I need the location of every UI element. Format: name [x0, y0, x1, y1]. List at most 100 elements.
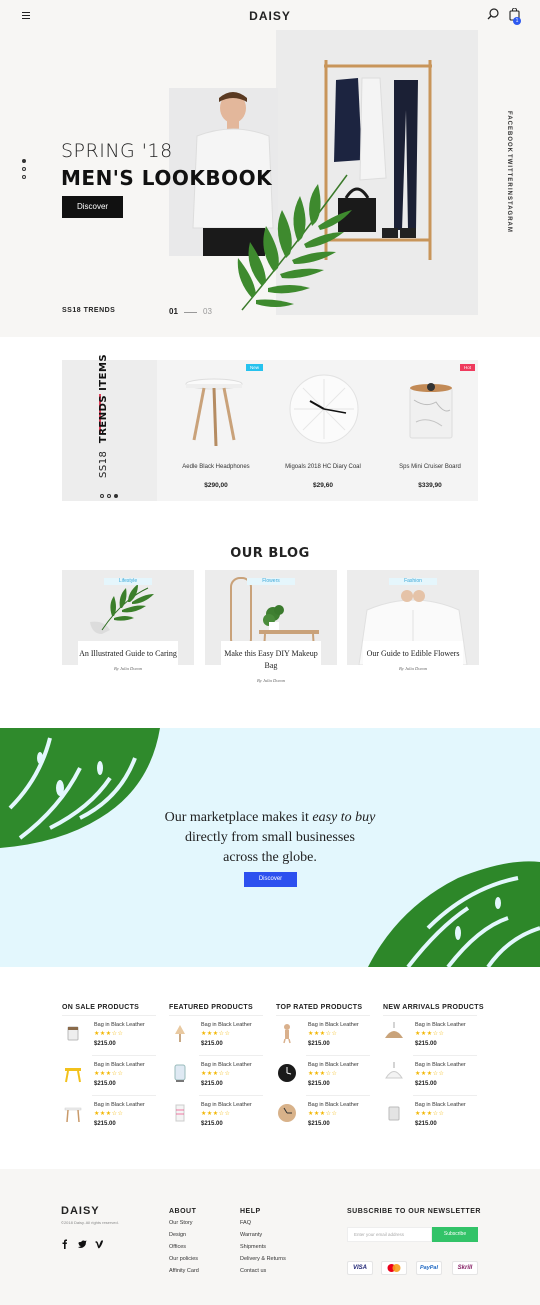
- product-list-item[interactable]: Bag in Black Leather ★★★☆☆ $215.00: [383, 1062, 477, 1102]
- product-thumbnail[interactable]: [276, 1022, 298, 1044]
- blog-tag-2[interactable]: Flowers: [247, 578, 295, 585]
- newsletter-email-input[interactable]: Enter your email address: [347, 1227, 432, 1242]
- product-price: $215.00: [415, 1081, 437, 1087]
- product-thumbnail[interactable]: [383, 1062, 405, 1084]
- trends-vertical-title: SS18 TRENDS ITEMS: [93, 354, 111, 478]
- product-list-item[interactable]: Bag in Black Leather ★★★☆☆ $215.00: [62, 1022, 156, 1062]
- product-thumbnail[interactable]: [62, 1062, 84, 1084]
- footer-link-delivery-returns[interactable]: Delivery & Returns: [240, 1256, 286, 1262]
- trend-product-image-2[interactable]: [288, 373, 360, 445]
- site-logo[interactable]: DAISY: [0, 9, 540, 23]
- slide-progress-line: [184, 312, 197, 313]
- footer-link-shipments[interactable]: Shipments: [240, 1244, 266, 1250]
- product-thumbnail[interactable]: [169, 1102, 191, 1124]
- product-name[interactable]: Bag in Black Leather: [308, 1062, 359, 1068]
- social-twitter-link[interactable]: TWITTER: [506, 154, 512, 188]
- product-name[interactable]: Bag in Black Leather: [201, 1022, 252, 1028]
- blog-card-2[interactable]: Make this Easy DIY Makeup Bag By Julia D…: [221, 641, 321, 694]
- product-list-item[interactable]: Bag in Black Leather ★★★☆☆ $215.00: [383, 1022, 477, 1062]
- product-list-item[interactable]: Bag in Black Leather ★★★☆☆ $215.00: [169, 1102, 263, 1142]
- footer-link-our-story[interactable]: Our Story: [169, 1220, 193, 1226]
- product-name[interactable]: Bag in Black Leather: [308, 1022, 359, 1028]
- trend-product-price-2: $29,60: [313, 482, 333, 489]
- blog-post-author-1: By Julia Doean: [114, 666, 142, 671]
- blog-post-title-1[interactable]: An Illustrated Guide to Caring: [78, 648, 178, 660]
- trends-slider-dots[interactable]: [100, 485, 121, 503]
- product-thumbnail[interactable]: [169, 1062, 191, 1084]
- product-thumbnail[interactable]: [276, 1062, 298, 1084]
- product-thumbnail[interactable]: [383, 1022, 405, 1044]
- hero-discover-button[interactable]: Discover: [62, 196, 123, 218]
- product-column-divider: [276, 1015, 370, 1016]
- product-column-divider: [62, 1015, 156, 1016]
- product-name[interactable]: Bag in Black Leather: [415, 1022, 466, 1028]
- product-name[interactable]: Bag in Black Leather: [94, 1062, 145, 1068]
- product-thumbnail[interactable]: [62, 1022, 84, 1044]
- trend-product-name-2[interactable]: Migoals 2018 HC Diary Coal: [283, 463, 363, 472]
- product-rating-stars: ★★★☆☆: [308, 1111, 338, 1117]
- product-list-item[interactable]: Bag in Black Leather ★★★☆☆ $215.00: [276, 1022, 370, 1062]
- vimeo-icon[interactable]: [95, 1240, 103, 1249]
- product-name[interactable]: Bag in Black Leather: [94, 1022, 145, 1028]
- twitter-icon[interactable]: [78, 1240, 87, 1249]
- footer-logo[interactable]: DAISY: [61, 1205, 100, 1217]
- product-name[interactable]: Bag in Black Leather: [201, 1062, 252, 1068]
- slide-current-number: 01: [169, 307, 178, 316]
- search-icon[interactable]: [487, 8, 499, 20]
- blog-post-title-3[interactable]: Our Guide to Edible Flowers: [363, 648, 463, 660]
- footer-link-warranty[interactable]: Warranty: [240, 1232, 262, 1238]
- trend-product-image-1[interactable]: [182, 374, 246, 446]
- promo-line3: across the globe.: [223, 850, 317, 865]
- product-rating-stars: ★★★☆☆: [201, 1111, 231, 1117]
- product-list-item[interactable]: Bag in Black Leather ★★★☆☆ $215.00: [276, 1062, 370, 1102]
- social-facebook-link[interactable]: FACEBOOK: [506, 111, 512, 153]
- blog-card-1[interactable]: An Illustrated Guide to Caring By Julia …: [78, 641, 178, 694]
- footer-link-policies[interactable]: Our policies: [169, 1256, 198, 1262]
- product-list-item[interactable]: Bag in Black Leather ★★★☆☆ $215.00: [62, 1062, 156, 1102]
- product-thumbnail[interactable]: [169, 1022, 191, 1044]
- blog-tag-1[interactable]: Lifestyle: [104, 578, 152, 585]
- product-list-item[interactable]: Bag in Black Leather ★★★☆☆ $215.00: [276, 1102, 370, 1142]
- product-list-item[interactable]: Bag in Black Leather ★★★☆☆ $215.00: [169, 1062, 263, 1102]
- product-name[interactable]: Bag in Black Leather: [415, 1102, 466, 1108]
- footer-link-affinity-card[interactable]: Affinity Card: [169, 1268, 199, 1274]
- product-thumbnail[interactable]: [383, 1102, 405, 1124]
- product-column-title: ON SALE PRODUCTS: [62, 1004, 140, 1011]
- product-list-item[interactable]: Bag in Black Leather ★★★☆☆ $215.00: [62, 1102, 156, 1142]
- product-rating-stars: ★★★☆☆: [201, 1031, 231, 1037]
- hero-slider-dots[interactable]: [22, 159, 26, 183]
- product-name[interactable]: Bag in Black Leather: [415, 1062, 466, 1068]
- product-thumbnail[interactable]: [276, 1102, 298, 1124]
- trend-product-name-3[interactable]: Sps Mini Cruiser Board: [390, 463, 470, 472]
- product-name[interactable]: Bag in Black Leather: [308, 1102, 359, 1108]
- footer-link-contact[interactable]: Contact us: [240, 1268, 266, 1274]
- promo-line1: Our marketplace makes it: [164, 810, 313, 825]
- trend-product-image-3[interactable]: [406, 380, 456, 440]
- blog-card-3[interactable]: Our Guide to Edible Flowers By Julia Doe…: [363, 641, 463, 694]
- footer-link-design[interactable]: Design: [169, 1232, 186, 1238]
- blog-post-title-2[interactable]: Make this Easy DIY Makeup Bag: [221, 648, 321, 672]
- product-list-item[interactable]: Bag in Black Leather ★★★☆☆ $215.00: [383, 1102, 477, 1142]
- monstera-leaf-image-right: [368, 861, 540, 967]
- product-name[interactable]: Bag in Black Leather: [94, 1102, 145, 1108]
- footer-link-faq[interactable]: FAQ: [240, 1220, 251, 1226]
- product-column-title: TOP RATED PRODUCTS: [276, 1004, 363, 1011]
- trend-product-name-1[interactable]: Aedle Black Headphones: [176, 463, 256, 472]
- product-column-divider: [383, 1015, 477, 1016]
- promo-emphasis: easy to buy: [312, 810, 376, 825]
- product-item-divider: [199, 1095, 263, 1096]
- blog-tag-3[interactable]: Fashion: [389, 578, 437, 585]
- product-list-item[interactable]: Bag in Black Leather ★★★☆☆ $215.00: [169, 1022, 263, 1062]
- newsletter-subscribe-button[interactable]: Subscribe: [432, 1227, 478, 1242]
- product-price: $215.00: [308, 1041, 330, 1047]
- paypal-icon: PayPal: [416, 1261, 442, 1275]
- trend-product-price-1: $290,00: [204, 482, 228, 489]
- promo-discover-button[interactable]: Discover: [244, 872, 297, 887]
- product-name[interactable]: Bag in Black Leather: [201, 1102, 252, 1108]
- footer-about-title: ABOUT: [169, 1208, 197, 1215]
- facebook-icon[interactable]: [62, 1239, 68, 1250]
- footer-link-offices[interactable]: Offices: [169, 1244, 186, 1250]
- product-price: $215.00: [201, 1081, 223, 1087]
- product-thumbnail[interactable]: [62, 1102, 84, 1124]
- social-instagram-link[interactable]: INSTAGRAM: [506, 188, 512, 233]
